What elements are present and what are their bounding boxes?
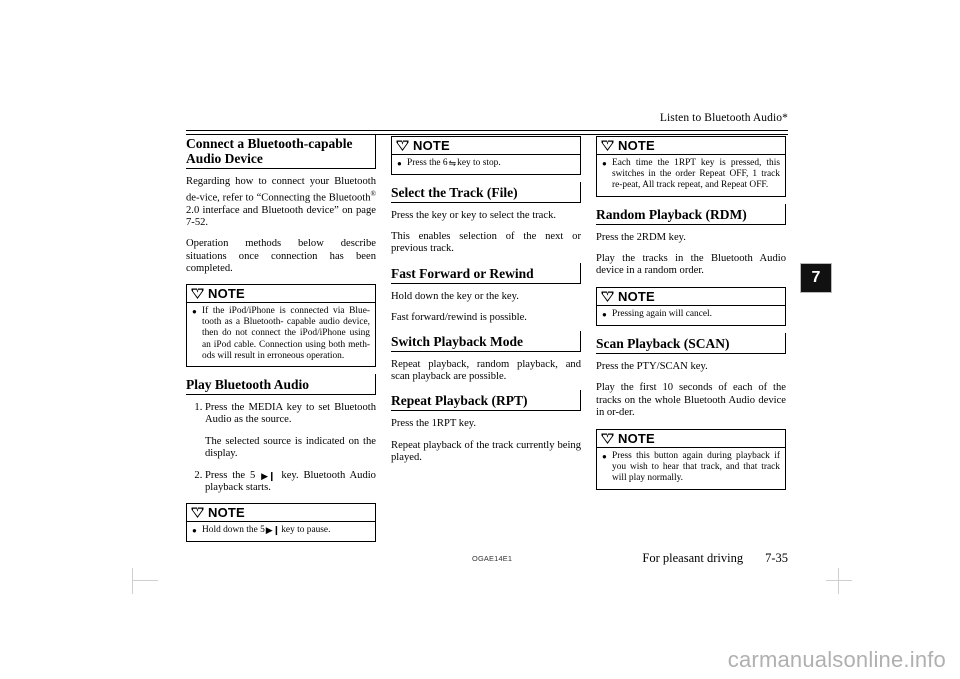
note-header: NOTE: [392, 137, 580, 155]
paragraph-hold-down-key: Hold down the key or the key.: [391, 290, 519, 302]
step-2-text-pre: Press the 5: [205, 469, 256, 481]
note-title: NOTE: [618, 431, 655, 447]
heading-connect-bluetooth-device: Connect a Bluetooth-capable Audio Device: [186, 134, 376, 169]
note-content: ● Press this button again during playbac…: [597, 448, 785, 489]
note-box-stop: NOTE ● Press the 6⇋key to stop.: [391, 136, 581, 175]
note-bullet-icon: ●: [192, 526, 197, 536]
note-content: ● If the iPod/iPhone is connected via Bl…: [187, 303, 375, 366]
footer-page-number: 7-35: [765, 551, 788, 565]
paragraph-press-1rpt-key: Press the 1RPT key.: [391, 418, 477, 430]
note-header: NOTE: [187, 504, 375, 523]
note-box-rpt-order: NOTE ● Each time the 1RPT key is pressed…: [596, 136, 786, 197]
paragraph-fast-forward-possible: Fast forward/rewind is possible.: [391, 311, 527, 323]
step-1-note: The selected source is indicated on the …: [205, 435, 376, 460]
play-pause-key-icon: ▶❙: [265, 526, 281, 537]
note-title: NOTE: [618, 289, 655, 305]
play-pause-key-icon: ▶❙: [261, 471, 276, 482]
note-content: ● Hold down the 5▶❙key to pause.: [187, 522, 375, 541]
note-box-press-button-again: NOTE ● Press this button again during pl…: [596, 429, 786, 490]
note-content: ● Press the 6⇋key to stop.: [392, 155, 580, 174]
note-stop-pre: Press the 6: [407, 158, 448, 168]
chapter-tab-number: 7: [811, 269, 821, 286]
paragraph-press-2rdm-key: Press the 2RDM key.: [596, 231, 686, 243]
note-bookmark-icon: [191, 507, 204, 519]
crop-mark-bottom-right-v: [838, 568, 839, 594]
note-box-pause: NOTE ● Hold down the 5▶❙key to pause.: [186, 503, 376, 543]
note-header: NOTE: [597, 137, 785, 155]
stop-key-icon: ⇋: [448, 159, 457, 169]
note-header: NOTE: [187, 285, 375, 303]
heading-scan-playback-scan: Scan Playback (SCAN): [596, 333, 786, 355]
column-left: Connect a Bluetooth-capable Audio Device…: [186, 134, 376, 543]
paragraph-operation-methods: Operation methods below describe situati…: [186, 238, 376, 274]
note-stop-post: key to stop.: [457, 158, 501, 168]
paragraph-press-key-select-track: Press the key or key to select the track…: [391, 210, 557, 221]
paragraph-play-first-10-seconds: Play the first 10 seconds of each of the…: [596, 382, 786, 418]
note-box-pressing-again: NOTE ● Pressing again will cancel.: [596, 287, 786, 327]
footer-document-code: OGAE14E1: [472, 554, 513, 563]
footer-section-title: For pleasant driving: [642, 551, 744, 565]
note-text-stop: Press the 6⇋key to stop.: [407, 158, 575, 170]
note-text-pressing-again: Pressing again will cancel.: [612, 309, 712, 320]
list-item-step-1: Press the MEDIA key to set Bluetooth Aud…: [205, 402, 376, 461]
paragraph-regarding-connect: Regarding how to connect your Bluetooth …: [186, 176, 376, 229]
watermark-text: carmanualsonline.info: [727, 647, 946, 672]
note-title: NOTE: [208, 505, 245, 521]
note-bookmark-icon: [601, 291, 614, 303]
note-bookmark-icon: [396, 140, 409, 151]
note-pause-post: key to pause.: [281, 525, 331, 536]
running-header: Listen to Bluetooth Audio*: [659, 112, 788, 124]
heading-fast-forward-or-rewind: Fast Forward or Rewind: [391, 262, 581, 284]
note-header: NOTE: [597, 288, 785, 307]
heading-random-playback-rdm: Random Playback (RDM): [596, 203, 786, 225]
paragraph-repeat-random-scan: Repeat playback, random playback, and sc…: [391, 359, 581, 383]
heading-repeat-playback-rpt: Repeat Playback (RPT): [391, 390, 581, 412]
paragraph-regarding-part1: Regarding how to connect your Bluetooth …: [186, 176, 376, 204]
paragraph-enables-selection: This enables selection of the next or pr…: [391, 231, 581, 255]
heading-play-bluetooth-audio: Play Bluetooth Audio: [186, 373, 376, 395]
note-bookmark-icon: [601, 433, 614, 445]
note-bookmark-icon: [191, 288, 204, 299]
step-1-text: Press the MEDIA key to set Bluetooth Aud…: [205, 401, 376, 426]
note-bullet-icon: ●: [602, 159, 607, 168]
column-middle: NOTE ● Press the 6⇋key to stop. Select t…: [391, 136, 581, 536]
note-text-ipod: If the iPod/iPhone is connected via Blue…: [202, 305, 370, 361]
note-box-ipod: NOTE ● If the iPod/iPhone is connected v…: [186, 283, 376, 367]
crop-mark-bottom-left-v: [132, 568, 133, 594]
note-bullet-icon: ●: [602, 310, 607, 320]
column-right: NOTE ● Each time the 1RPT key is pressed…: [596, 136, 786, 536]
note-text-rpt-order: Each time the 1RPT key is pressed, this …: [612, 158, 780, 191]
chapter-tab-7: 7: [800, 263, 832, 293]
note-bullet-icon: ●: [397, 159, 402, 168]
paragraph-press-pty-scan-key: Press the PTY/SCAN key.: [596, 361, 708, 373]
list-item-step-2: Press the 5 ▶❙ key. Bluetooth Audio play…: [205, 470, 376, 495]
note-title: NOTE: [413, 138, 450, 153]
note-text-pause: Hold down the 5▶❙key to pause.: [202, 525, 370, 537]
crop-mark-bottom-right-h: [826, 580, 852, 581]
note-bookmark-icon: [601, 140, 614, 151]
play-steps-list: Press the MEDIA key to set Bluetooth Aud…: [186, 402, 376, 494]
note-content: ● Pressing again will cancel.: [597, 306, 785, 325]
heading-switch-playback-mode: Switch Playback Mode: [391, 331, 581, 353]
crop-mark-bottom-left-h: [132, 580, 158, 581]
registered-mark: ®: [370, 190, 376, 199]
note-bullet-icon: ●: [192, 306, 197, 316]
content-columns: Connect a Bluetooth-capable Audio Device…: [186, 134, 788, 543]
note-pause-pre: Hold down the 5: [202, 525, 265, 536]
note-bullet-icon: ●: [602, 452, 607, 462]
note-title: NOTE: [208, 285, 245, 301]
note-content: ● Each time the 1RPT key is pressed, thi…: [597, 155, 785, 196]
note-text-press-button-again: Press this button again during playback …: [612, 451, 780, 484]
footer-right-group: For pleasant driving 7-35: [642, 551, 788, 566]
note-header: NOTE: [597, 430, 785, 449]
heading-select-the-track: Select the Track (File): [391, 182, 581, 203]
paragraph-repeat-current-track: Repeat playback of the track currently b…: [391, 439, 581, 463]
manual-page: Listen to Bluetooth Audio* 7 Connect a B…: [0, 0, 960, 679]
header-rule: [186, 130, 788, 135]
paragraph-play-random-order: Play the tracks in the Bluetooth Audio d…: [596, 252, 786, 277]
paragraph-regarding-part2: 2.0 interface and Bluetooth device” on p…: [186, 204, 376, 229]
note-title: NOTE: [618, 138, 655, 153]
